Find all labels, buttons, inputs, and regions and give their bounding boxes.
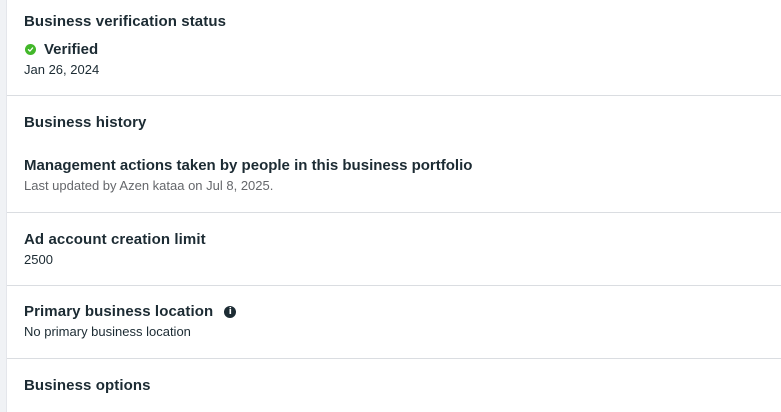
history-title: Business history [24, 114, 147, 131]
check-circle-icon [25, 43, 36, 55]
divider [7, 358, 781, 359]
options-section: Business options [7, 376, 781, 396]
verification-status-row: Verified [24, 39, 781, 59]
verification-title: Business verification status [24, 13, 227, 30]
ad-limit-value: 2500 [24, 252, 53, 267]
business-info-panel: Business verification status Verified Ja… [6, 0, 781, 412]
options-title: Business options [24, 377, 151, 394]
divider [7, 212, 781, 213]
management-last-updated: Last updated by Azen kataa on Jul 8, 202… [24, 178, 274, 193]
divider [7, 285, 781, 286]
history-section: Business history [7, 113, 781, 133]
divider [7, 95, 781, 96]
management-actions-item[interactable]: Management actions taken by people in th… [7, 156, 781, 195]
location-title: Primary business location [24, 303, 214, 320]
location-value: No primary business location [24, 324, 191, 339]
location-section: Primary business location i No primary b… [7, 302, 781, 341]
verification-date: Jan 26, 2024 [24, 62, 100, 77]
verification-status: Verified [44, 40, 99, 58]
verification-section: Business verification status Verified Ja… [7, 12, 781, 79]
location-label-row: Primary business location i [24, 302, 781, 322]
info-icon[interactable]: i [224, 306, 237, 318]
ad-limit-title: Ad account creation limit [24, 231, 206, 248]
ad-limit-section: Ad account creation limit 2500 [7, 230, 781, 269]
app-frame: Business verification status Verified Ja… [0, 0, 781, 412]
management-actions-title[interactable]: Management actions taken by people in th… [24, 156, 781, 176]
